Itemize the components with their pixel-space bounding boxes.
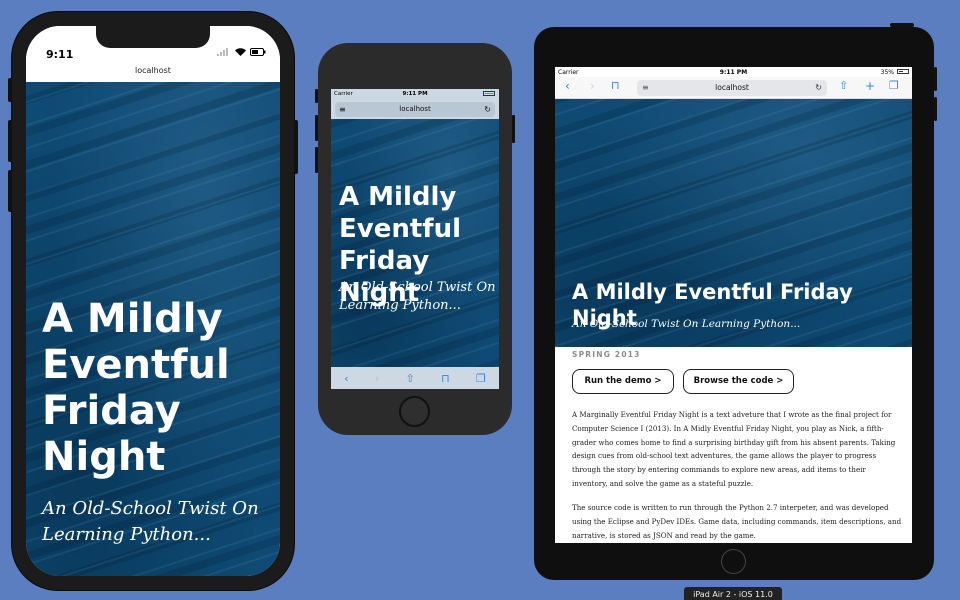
- volume-down-button[interactable]: [934, 97, 937, 121]
- simulator-device-label: iPad Air 2 - iOS 11.0: [684, 587, 782, 600]
- reader-icon[interactable]: ≡: [339, 102, 346, 117]
- forward-icon[interactable]: ›: [590, 79, 595, 93]
- volume-down-button[interactable]: [315, 147, 318, 173]
- hero-banner: A Mildly Eventful Friday Night: [331, 119, 499, 367]
- bookmarks-icon[interactable]: ⊓: [441, 372, 450, 385]
- battery-icon: [897, 69, 909, 74]
- status-time: 9:11: [46, 48, 74, 61]
- address-bar[interactable]: ≡ localhost ↻: [335, 102, 495, 117]
- ipad-screen: Carrier 9:11 PM 35% ‹ › ⊓ ≡ localhost ↻ …: [555, 67, 912, 543]
- project-date: SPRING 2013: [572, 350, 641, 359]
- share-icon[interactable]: ⇧: [839, 79, 848, 92]
- silent-switch: [8, 78, 12, 102]
- signal-icon: [217, 48, 228, 56]
- ipad-device: Carrier 9:11 PM 35% ‹ › ⊓ ≡ localhost ↻ …: [534, 23, 937, 580]
- home-button[interactable]: [721, 549, 746, 574]
- status-icons: [217, 48, 266, 56]
- battery-icon: [483, 91, 495, 96]
- new-tab-icon[interactable]: +: [865, 79, 875, 93]
- safari-toolbar: ‹ › ⊓ ≡ localhost ↻ ⇧ + ❐: [555, 77, 912, 99]
- hero-banner: A Mildly Eventful Friday Night An Old-Sc…: [555, 99, 912, 347]
- volume-up-button[interactable]: [8, 120, 12, 162]
- safari-bottom-bar: ‹ › ⇧ ⊓ ❐: [331, 367, 499, 389]
- status-time: 9:11 PM: [402, 91, 428, 97]
- battery-icon: [250, 48, 266, 56]
- description-paragraph: The source code is written to run throug…: [572, 503, 902, 540]
- tabs-icon[interactable]: ❐: [889, 79, 899, 92]
- browse-code-button[interactable]: Browse the code >: [683, 369, 794, 394]
- battery-percent: 35%: [880, 69, 894, 76]
- hero-banner: A Mildly Eventful Friday Night An Old-Sc…: [26, 82, 280, 576]
- share-icon[interactable]: ⇧: [406, 372, 415, 385]
- page-title: A Mildly Eventful Friday Night: [42, 296, 230, 480]
- status-time: 9:11 PM: [719, 69, 748, 76]
- run-demo-button[interactable]: Run the demo >: [572, 369, 674, 394]
- power-button[interactable]: [890, 23, 914, 27]
- back-icon[interactable]: ‹: [565, 79, 570, 93]
- iphone-x-screen: 9:11 localhost A Mildly Eventful Friday …: [26, 26, 280, 576]
- silent-switch: [315, 89, 318, 103]
- iphone-x-device: 9:11 localhost A Mildly Eventful Friday …: [8, 12, 298, 590]
- address-text: localhost: [715, 83, 749, 92]
- iphone-8-device: Carrier 9:11 PM ≡ localhost ↻ A Mildly E…: [315, 43, 515, 435]
- tabs-icon[interactable]: ❐: [476, 372, 486, 385]
- description-paragraph: A Marginally Eventful Friday Night is a …: [572, 410, 896, 488]
- volume-up-button[interactable]: [315, 115, 318, 141]
- back-icon[interactable]: ‹: [344, 372, 348, 385]
- reload-icon[interactable]: ↻: [484, 102, 491, 117]
- address-text: localhost: [399, 105, 431, 113]
- power-button[interactable]: [294, 120, 298, 174]
- home-button[interactable]: [399, 396, 430, 427]
- reload-icon[interactable]: ↻: [815, 80, 822, 96]
- page-subtitle: An Old-School Twist On Learning Python..…: [42, 498, 259, 545]
- safari-top-bar: ≡ localhost ↻: [331, 99, 499, 119]
- page-content: SPRING 2013 Run the demo > Browse the co…: [555, 347, 912, 543]
- forward-icon[interactable]: ›: [375, 372, 379, 385]
- page-subtitle: An Old-School Twist On Learning Python..…: [339, 280, 496, 313]
- status-bar: Carrier 9:11 PM 35%: [555, 67, 912, 77]
- address-bar[interactable]: localhost: [26, 66, 280, 82]
- bookmarks-icon[interactable]: ⊓: [611, 79, 620, 92]
- notch: [96, 26, 210, 48]
- iphone-8-screen: Carrier 9:11 PM ≡ localhost ↻ A Mildly E…: [331, 89, 499, 389]
- volume-down-button[interactable]: [8, 170, 12, 212]
- page-subtitle: An Old-School Twist On Learning Python..…: [572, 318, 801, 330]
- power-button[interactable]: [512, 115, 515, 143]
- wifi-icon: [235, 48, 246, 56]
- volume-up-button[interactable]: [934, 67, 937, 91]
- status-bar: Carrier 9:11 PM: [331, 89, 499, 99]
- reader-icon[interactable]: ≡: [642, 80, 649, 96]
- address-bar[interactable]: ≡ localhost ↻: [637, 80, 827, 96]
